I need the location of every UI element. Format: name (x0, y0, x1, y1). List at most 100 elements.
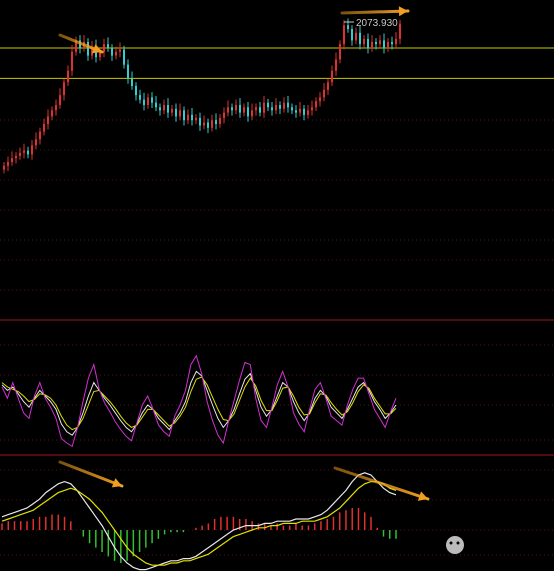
candle-body (31, 145, 33, 155)
candle-body (335, 59, 337, 71)
candle-body (327, 82, 329, 90)
candle-body (307, 110, 309, 115)
candle-body (375, 41, 377, 45)
candle-body (35, 139, 37, 146)
candle-body (115, 51, 117, 56)
candle-body (247, 107, 249, 117)
watermark (446, 536, 464, 554)
peak-price-label: 2073.930 (356, 18, 398, 29)
candle-body (143, 99, 145, 105)
stock-chart: 2073.930 (0, 6, 554, 571)
candle-body (387, 41, 389, 48)
candle-body (363, 38, 365, 45)
candle-body (355, 32, 357, 41)
candle-body (7, 162, 9, 166)
candle-body (199, 117, 201, 126)
candle-body (215, 120, 217, 124)
candle-body (303, 108, 305, 115)
candle-body (163, 105, 165, 111)
candle-body (175, 108, 177, 117)
candle-body (283, 102, 285, 109)
candle-body (211, 120, 213, 128)
candle-body (51, 110, 53, 117)
candle-body (183, 110, 185, 121)
candle-body (179, 110, 181, 117)
candle-body (227, 107, 229, 113)
candle-body (155, 102, 157, 108)
kdj-series-line (1, 354, 397, 448)
kdj-panel (1, 354, 397, 448)
candle-body (135, 86, 137, 96)
candle-body (359, 32, 361, 45)
candle-body (243, 107, 245, 113)
candle-body (347, 25, 349, 29)
candle-body (15, 155, 17, 159)
candle-body (279, 105, 281, 109)
arrow-head (398, 6, 408, 17)
candle-body (251, 110, 253, 117)
candle-body (339, 44, 341, 60)
candle-body (23, 150, 25, 153)
candle-body (219, 117, 221, 124)
macd-panel (1, 460, 430, 571)
candle-body (43, 124, 45, 132)
candle-body (319, 97, 321, 102)
candle-body (259, 107, 261, 113)
candle-body (119, 49, 121, 52)
candle-body (223, 112, 225, 118)
candle-body (111, 48, 113, 56)
candle-body (47, 116, 49, 124)
candle-body (395, 38, 397, 45)
candle-body (19, 152, 21, 156)
candle-body (67, 70, 69, 83)
candle-body (351, 29, 353, 41)
trend-arrow (333, 466, 430, 501)
candle-body (383, 40, 385, 48)
candle-body (271, 107, 273, 111)
candle-body (343, 25, 345, 45)
candle-body (11, 158, 13, 162)
kdj-series-line (1, 376, 397, 431)
macd-line (1, 481, 397, 566)
candle-body (367, 38, 369, 48)
candle-body (267, 102, 269, 108)
kdj-series-line (1, 370, 397, 436)
candle-body (207, 122, 209, 128)
candle-body (123, 49, 125, 65)
candle-body (311, 107, 313, 111)
candle-body (167, 105, 169, 113)
candle-body (147, 97, 149, 105)
candle-body (195, 117, 197, 121)
candle-body (27, 150, 29, 155)
candle-body (291, 107, 293, 111)
candle-body (151, 97, 153, 103)
candle-body (39, 131, 41, 140)
candle-body (255, 107, 257, 111)
candle-body (371, 41, 373, 48)
candle-body (391, 41, 393, 45)
candle-body (275, 105, 277, 111)
candle-body (287, 102, 289, 108)
candle-body (139, 95, 141, 100)
candle-body (71, 51, 73, 71)
arrow-shaft (58, 460, 124, 488)
candle-body (263, 102, 265, 113)
chart-stage: 2073.930 (0, 0, 554, 571)
arrow-shaft (333, 466, 430, 501)
candle-body (187, 114, 189, 121)
candle-body (127, 64, 129, 79)
candle-body (235, 105, 237, 111)
candle-body (379, 40, 381, 45)
candle-body (131, 78, 133, 86)
candle-body (231, 107, 233, 111)
candle-body (3, 165, 5, 170)
candle-body (331, 70, 333, 83)
candle-body (239, 105, 241, 113)
candle-body (191, 114, 193, 121)
candle-body (59, 95, 61, 105)
candle-body (315, 101, 317, 108)
annotations: 2073.930 (356, 18, 398, 29)
candle-body (87, 41, 89, 56)
candle-body (63, 82, 65, 96)
candle-body (323, 89, 325, 98)
